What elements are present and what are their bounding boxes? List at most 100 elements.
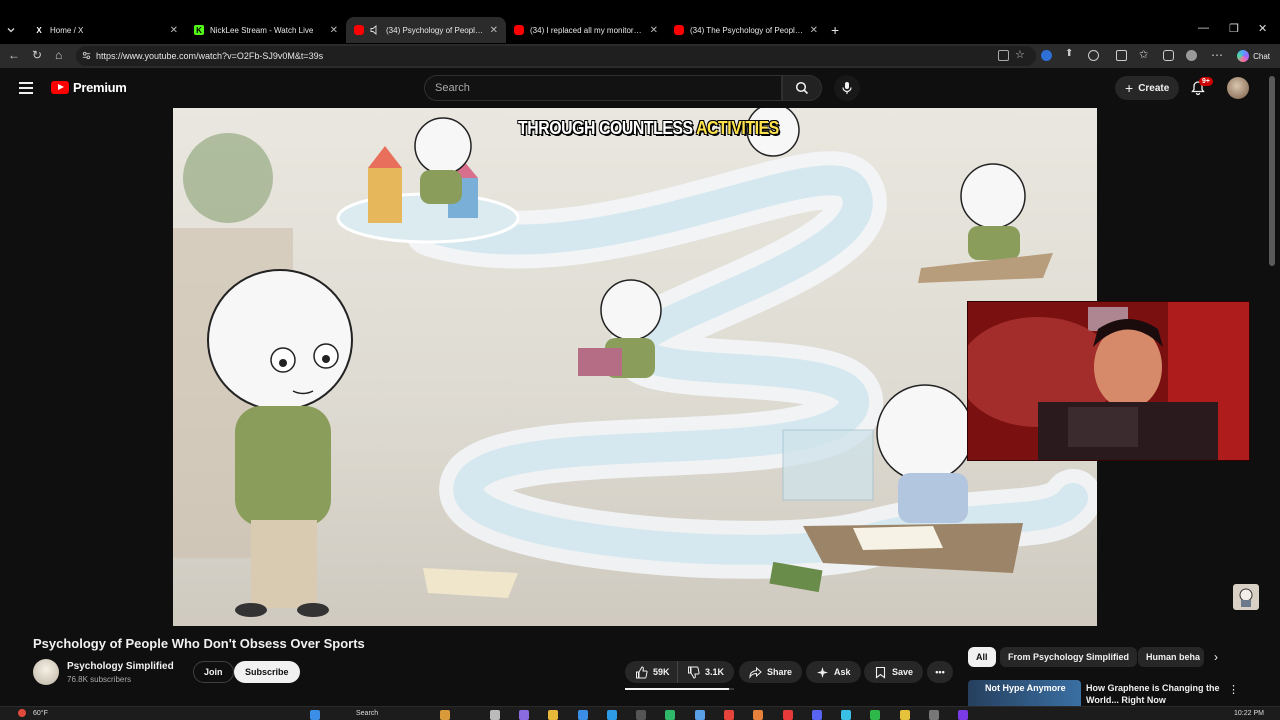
window-close-icon[interactable]: ✕: [1258, 22, 1267, 35]
speaker-muted-icon[interactable]: [370, 25, 380, 35]
browser-essentials-icon[interactable]: [1163, 50, 1174, 61]
tab-kick-stream[interactable]: K NickLee Stream - Watch Live ✕: [186, 17, 346, 43]
taskbar-app-icon[interactable]: [929, 710, 939, 720]
channel-name[interactable]: Psychology Simplified: [67, 661, 174, 672]
notification-count-badge: 9+: [1199, 77, 1213, 86]
chat-label: Chat: [1253, 51, 1270, 61]
extension-puzzle-icon[interactable]: [1088, 50, 1099, 61]
new-tab-button[interactable]: +: [828, 17, 848, 43]
close-icon[interactable]: ✕: [810, 25, 818, 36]
kebab-menu-icon[interactable]: ⋮: [1228, 683, 1239, 696]
chevron-down-icon: [7, 28, 15, 33]
restore-icon[interactable]: ❐: [1229, 22, 1239, 35]
video-title: Psychology of People Who Don't Obsess Ov…: [33, 636, 365, 651]
extension-blue-icon[interactable]: [1041, 50, 1052, 61]
more-menu-icon[interactable]: ⋯: [1211, 48, 1223, 62]
taskbar-app-icon[interactable]: [900, 710, 910, 720]
tab-list-button[interactable]: [0, 22, 24, 38]
url-field[interactable]: https://www.youtube.com/watch?v=O2Fb-SJ9…: [76, 46, 1036, 66]
tab-youtube-psychology[interactable]: (34) The Psychology of People Wh ✕: [666, 17, 826, 43]
subscribe-button[interactable]: Subscribe: [234, 661, 300, 683]
share-button[interactable]: Share: [739, 661, 803, 683]
taskbar-app-icon[interactable]: [753, 710, 763, 720]
youtube-logo-icon: [514, 25, 524, 35]
windows-start-icon[interactable]: [310, 710, 320, 720]
recommended-video-title[interactable]: How Graphene is Changing the World... Ri…: [1086, 682, 1221, 706]
extension-icon[interactable]: [1116, 50, 1127, 61]
weather-icon[interactable]: [18, 709, 26, 717]
caption-white-text: THROUGH COUNTLESS: [518, 118, 693, 138]
dislike-button[interactable]: 3.1K: [677, 661, 735, 683]
save-button[interactable]: Save: [864, 661, 924, 683]
profile-icon[interactable]: [1186, 50, 1197, 61]
reload-icon[interactable]: ↻: [32, 48, 42, 62]
youtube-premium-logo[interactable]: Premium: [51, 80, 127, 95]
voice-search-button[interactable]: [834, 75, 860, 101]
taskbar-app-icon[interactable]: [665, 710, 675, 720]
taskbar-app-icon[interactable]: [958, 710, 968, 720]
taskbar-app-icon[interactable]: [870, 710, 880, 720]
taskbar-app-icon[interactable]: [578, 710, 588, 720]
close-icon[interactable]: ✕: [650, 25, 658, 36]
weather-temp[interactable]: 60°F: [33, 710, 48, 717]
tab-youtube-active[interactable]: (34) Psychology of People Wh ✕: [346, 17, 506, 43]
search-placeholder: Search: [435, 82, 470, 94]
chip-all[interactable]: All: [968, 647, 996, 667]
extension-arrow-icon[interactable]: ⬆: [1065, 48, 1073, 59]
more-horizontal-icon: •••: [935, 667, 945, 677]
chip-human-behavior[interactable]: Human beha: [1138, 647, 1204, 667]
webcam-image: [968, 302, 1249, 460]
app-install-icon[interactable]: [998, 50, 1009, 61]
taskbar-app-icon[interactable]: [812, 710, 822, 720]
taskbar-app-icon[interactable]: [841, 710, 851, 720]
chevron-right-icon[interactable]: ›: [1214, 650, 1218, 664]
favorites-icon[interactable]: ✩: [1139, 48, 1148, 61]
video-player[interactable]: THROUGH COUNTLESS ACTIVITIES: [173, 108, 1097, 626]
tab-title: (34) I replaced all my monitors wi: [530, 25, 644, 35]
site-info-icon[interactable]: [82, 51, 91, 60]
join-button[interactable]: Join: [193, 661, 234, 683]
taskbar-app-icon[interactable]: [519, 710, 529, 720]
more-actions-button[interactable]: •••: [927, 661, 953, 683]
chrome-icon[interactable]: [724, 710, 734, 720]
channel-avatar[interactable]: [33, 659, 59, 685]
watermark-face-icon: [1239, 588, 1253, 607]
plus-icon: +: [831, 22, 840, 38]
minimize-icon[interactable]: —: [1198, 22, 1209, 34]
channel-watermark-icon[interactable]: [1233, 584, 1259, 610]
search-input[interactable]: Search: [424, 75, 782, 101]
copilot-icon: [1237, 50, 1250, 62]
page-scrollbar[interactable]: [1269, 76, 1275, 266]
bookmark-star-icon[interactable]: ☆: [1015, 48, 1025, 61]
taskbar-app-icon[interactable]: [695, 710, 705, 720]
create-button[interactable]: + Create: [1115, 76, 1180, 100]
menu-icon[interactable]: [19, 82, 33, 94]
taskbar-app-icon[interactable]: [490, 710, 500, 720]
ask-label: Ask: [834, 667, 851, 677]
microphone-icon: [842, 82, 852, 94]
taskbar-search[interactable]: Search: [340, 710, 378, 717]
chip-from-channel[interactable]: From Psychology Simplified: [1000, 647, 1138, 667]
back-arrow-icon[interactable]: ←: [8, 48, 20, 62]
copilot-chat-button[interactable]: Chat: [1237, 48, 1270, 64]
close-icon[interactable]: ✕: [330, 25, 338, 36]
file-explorer-icon[interactable]: [548, 710, 558, 720]
taskbar-app-icon[interactable]: [783, 710, 793, 720]
close-icon[interactable]: ✕: [490, 25, 498, 36]
search-button[interactable]: [782, 75, 822, 101]
home-icon[interactable]: ⌂: [55, 48, 62, 62]
taskbar-app-icon[interactable]: [636, 710, 646, 720]
account-avatar[interactable]: [1227, 77, 1249, 99]
search-icon: [795, 81, 809, 95]
caption-highlight-text: ACTIVITIES: [696, 118, 779, 138]
system-clock[interactable]: 10:22 PM: [1234, 710, 1264, 717]
tab-home-x[interactable]: X Home / X ✕: [26, 17, 186, 43]
taskbar-app-icon[interactable]: [440, 710, 450, 720]
like-ratio-fill: [625, 688, 729, 690]
close-icon[interactable]: ✕: [170, 25, 178, 36]
like-button[interactable]: 59K: [625, 661, 678, 683]
edge-browser-icon[interactable]: [607, 710, 617, 720]
url-text: https://www.youtube.com/watch?v=O2Fb-SJ9…: [96, 51, 324, 61]
ask-button[interactable]: Ask: [806, 661, 861, 683]
tab-youtube-monitors[interactable]: (34) I replaced all my monitors wi ✕: [506, 17, 666, 43]
